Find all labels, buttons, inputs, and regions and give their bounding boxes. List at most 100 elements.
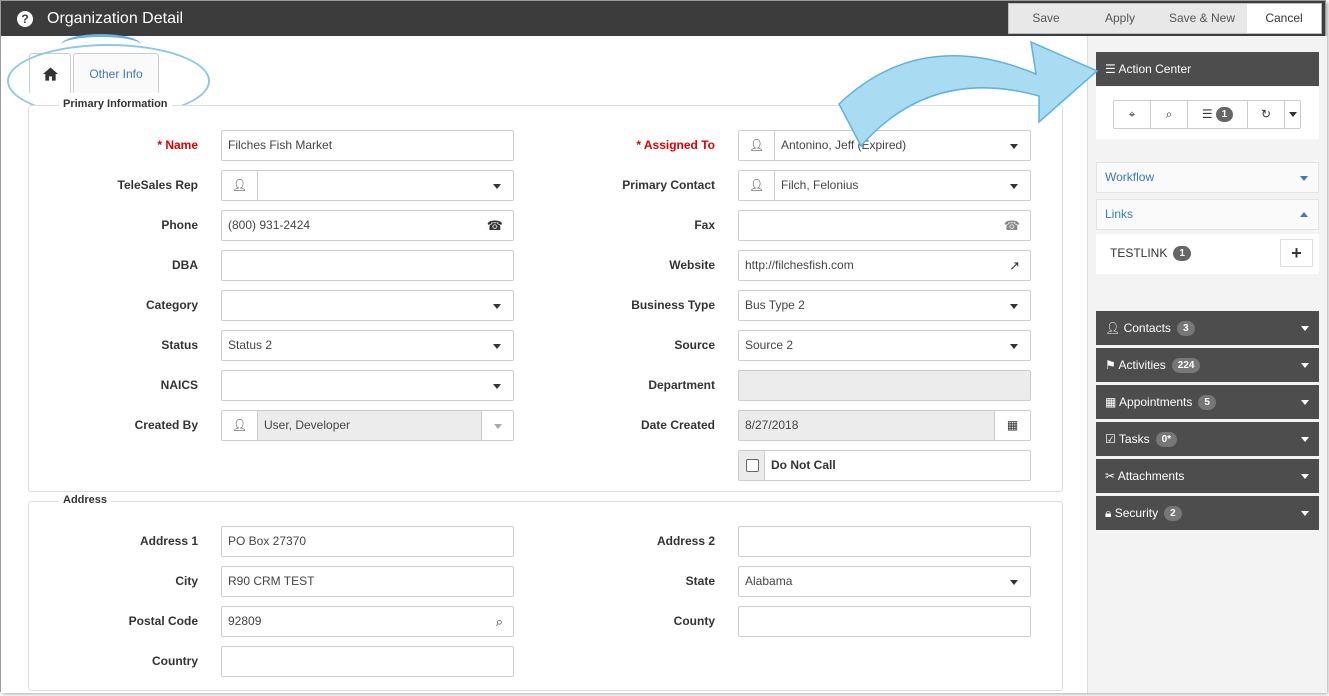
flag-icon: ⚑ <box>1105 358 1116 372</box>
country-input[interactable] <box>221 646 514 677</box>
lock-icon: 🔒︎ <box>1105 506 1112 520</box>
postal-code-value: 92809 <box>228 614 262 628</box>
help-icon[interactable]: ? <box>17 11 33 27</box>
status-label: Status <box>161 338 198 352</box>
activities-panel[interactable]: ⚑ Activities 224 <box>1096 348 1319 382</box>
assigned-to-label: * Assigned To <box>636 138 715 152</box>
appointments-label: Appointments <box>1119 395 1193 409</box>
postal-code-input[interactable]: 92809 ⌕ <box>221 606 514 637</box>
do-not-call-checkbox[interactable] <box>746 459 759 472</box>
fax-input[interactable]: ☎ <box>738 210 1031 241</box>
contacts-panel[interactable]: 👤︎ Contacts 3 <box>1096 311 1319 345</box>
activities-label: Activities <box>1118 358 1166 372</box>
attachments-label: Attachments <box>1117 469 1185 483</box>
save-new-button[interactable]: Save & New <box>1157 4 1247 33</box>
address2-label: Address 2 <box>656 534 715 548</box>
do-not-call-checkbox-box <box>739 451 765 480</box>
naics-select[interactable] <box>221 370 514 401</box>
link-count-badge: 1 <box>1173 246 1191 262</box>
calendar-icon: ▦ <box>1105 395 1117 409</box>
links-label: Links <box>1105 207 1134 221</box>
add-link-button[interactable]: + <box>1280 239 1313 267</box>
user-icon: 👤︎ <box>1105 321 1121 335</box>
apply-button[interactable]: Apply <box>1083 4 1157 33</box>
tab-other-info[interactable]: Other Info <box>73 53 159 93</box>
links-panel[interactable]: Links <box>1096 199 1319 230</box>
assigned-to-select[interactable]: 👤︎ Antonino, Jeff (Expired) <box>738 130 1031 161</box>
assigned-to-value: Antonino, Jeff (Expired) <box>781 138 907 152</box>
chevron-down-icon <box>494 424 502 429</box>
save-button[interactable]: Save <box>1009 4 1083 33</box>
action-center-title: Action Center <box>1118 62 1192 76</box>
security-count-badge: 2 <box>1164 506 1182 522</box>
external-link-icon[interactable]: ↗ <box>1009 251 1020 280</box>
tab-home[interactable] <box>29 53 71 93</box>
name-input[interactable]: Filches Fish Market <box>221 130 514 161</box>
tasks-label: Tasks <box>1118 432 1150 446</box>
county-input[interactable] <box>738 606 1031 637</box>
primary-contact-label: Primary Contact <box>622 178 715 192</box>
toolbar-buttons: Save Apply Save & New Cancel <box>1008 3 1322 34</box>
primary-contact-select[interactable]: 👤︎ Filch, Felonius <box>738 170 1031 201</box>
telesales-rep-select[interactable]: 👤︎ <box>221 170 514 201</box>
address1-input[interactable]: PO Box 27370 <box>221 526 514 557</box>
telesales-rep-label: TeleSales Rep <box>117 178 198 192</box>
naics-label: NAICS <box>160 378 198 392</box>
created-by-select: 👤︎ User, Developer <box>221 410 514 441</box>
country-label: Country <box>152 654 198 668</box>
fax-phone-icon: ☎ <box>1003 218 1020 233</box>
address1-label: Address 1 <box>139 534 198 548</box>
appointments-panel[interactable]: ▦ Appointments 5 <box>1096 385 1319 419</box>
status-select[interactable]: Status 2 <box>221 330 514 361</box>
person-icon: 👤︎ <box>739 171 775 200</box>
workflow-panel[interactable]: Workflow <box>1096 162 1319 193</box>
website-input[interactable]: http://filchesfish.com ↗ <box>738 250 1031 281</box>
organization-detail-window: ? Organization Detail Save Apply Save & … <box>0 0 1327 693</box>
list-button[interactable]: ☰ 1 <box>1188 101 1248 128</box>
phone-input[interactable]: (800) 931-2424 ☎ <box>221 210 514 241</box>
website-value: http://filchesfish.com <box>745 258 854 272</box>
address1-value: PO Box 27370 <box>228 534 307 548</box>
department-label: Department <box>648 378 715 392</box>
map-marker-icon[interactable]: ⌖ <box>1114 101 1151 128</box>
security-label: Security <box>1114 506 1159 520</box>
phone-label: Phone <box>161 218 198 232</box>
status-value: Status 2 <box>228 338 273 352</box>
category-select[interactable] <box>221 290 514 321</box>
chevron-down-icon <box>1289 112 1297 117</box>
security-panel[interactable]: 🔒︎ Security 2 <box>1096 496 1319 530</box>
link-item-testlink[interactable]: TESTLINK 1 + <box>1096 234 1319 274</box>
refresh-icon[interactable]: ↻ <box>1248 101 1285 128</box>
cancel-button[interactable]: Cancel <box>1247 4 1321 33</box>
postal-code-label: Postal Code <box>128 614 198 628</box>
chevron-down-icon <box>1301 400 1309 405</box>
search-icon[interactable]: ⌕ <box>496 607 503 636</box>
dba-label: DBA <box>172 258 198 272</box>
city-value: R90 CRM TEST <box>228 574 315 588</box>
search-icon[interactable]: ⌕ <box>1151 101 1188 128</box>
source-value: Source 2 <box>745 338 794 352</box>
state-select[interactable]: Alabama <box>738 566 1031 597</box>
action-center-header: ☰ Action Center <box>1096 52 1319 86</box>
attachments-panel[interactable]: ✂ Attachments <box>1096 459 1319 493</box>
list-alt-icon: ☰ <box>1105 62 1116 76</box>
chevron-down-icon <box>1010 580 1018 585</box>
source-select[interactable]: Source 2 <box>738 330 1031 361</box>
chevron-down-icon <box>1301 437 1309 442</box>
chevron-down-icon <box>493 384 501 389</box>
appointments-count-badge: 5 <box>1198 395 1216 411</box>
phone-value: (800) 931-2424 <box>228 218 311 232</box>
dba-input[interactable] <box>221 250 514 281</box>
paperclip-icon: ✂ <box>1105 469 1116 483</box>
chevron-down-icon <box>1010 304 1018 309</box>
phone-icon[interactable]: ☎ <box>487 211 503 240</box>
tasks-panel[interactable]: ☑ Tasks 0* <box>1096 422 1319 456</box>
city-input[interactable]: R90 CRM TEST <box>221 566 514 597</box>
address2-input[interactable] <box>738 526 1031 557</box>
more-dropdown[interactable] <box>1285 101 1300 128</box>
calendar-icon[interactable]: ▦ <box>994 411 1030 440</box>
business-type-select[interactable]: Bus Type 2 <box>738 290 1031 321</box>
do-not-call-checkbox-row[interactable]: Do Not Call <box>738 450 1031 481</box>
created-by-label: Created By <box>134 418 198 432</box>
tasks-count-badge: 0* <box>1155 432 1178 448</box>
